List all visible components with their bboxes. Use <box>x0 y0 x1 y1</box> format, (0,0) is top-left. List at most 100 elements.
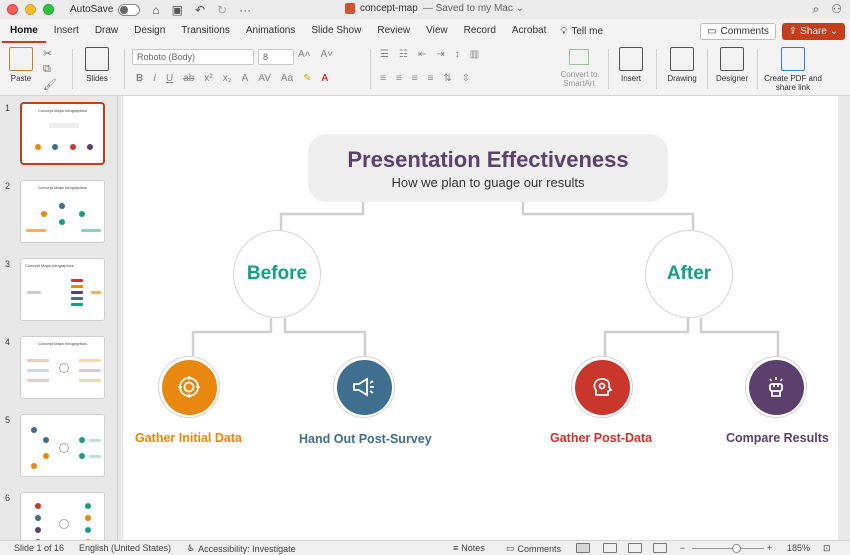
zoom-window-button[interactable] <box>43 4 54 15</box>
tab-design[interactable]: Design <box>126 19 173 43</box>
share-button[interactable]: ⇪ Share ⌄ <box>782 23 845 40</box>
text-shadow-icon[interactable]: A <box>242 73 249 84</box>
grow-font-icon[interactable]: A˄ <box>298 49 311 60</box>
superscript-icon[interactable]: x² <box>204 73 212 84</box>
highlight-icon[interactable]: ✎ <box>303 73 311 84</box>
columns-icon[interactable]: ▥ <box>470 49 479 60</box>
slide-thumbnail-3[interactable]: Concept Maps Infographics <box>20 258 105 321</box>
zoom-slider[interactable] <box>692 548 764 549</box>
align-center-icon[interactable]: ≡ <box>396 73 402 84</box>
zoom-out-icon[interactable]: − <box>680 543 685 553</box>
font-color-icon[interactable]: A <box>322 73 329 84</box>
increase-indent-icon[interactable]: ⇥ <box>436 49 444 60</box>
slide-thumbnail-6[interactable] <box>20 492 105 540</box>
compare-results-node[interactable] <box>745 356 807 418</box>
tab-transitions[interactable]: Transitions <box>173 19 238 43</box>
leaf-label-gather-initial-data[interactable]: Gather Initial Data <box>135 431 242 445</box>
autosave-toggle[interactable] <box>118 3 141 16</box>
leaf-label-gather-post-data[interactable]: Gather Post-Data <box>550 431 652 445</box>
tab-view[interactable]: View <box>418 19 456 43</box>
zoom-level[interactable]: 185% <box>787 543 810 553</box>
vertical-scrollbar[interactable] <box>840 96 850 540</box>
slide-thumbnails-panel[interactable]: 1 Concept Maps Infographics 2 Concept Ma… <box>0 96 118 540</box>
tab-acrobat[interactable]: Acrobat <box>504 19 554 43</box>
slide-thumbnail-1[interactable]: Concept Maps Infographics <box>20 102 105 165</box>
align-left-icon[interactable]: ≡ <box>380 73 386 84</box>
before-node[interactable]: Before <box>233 230 321 318</box>
bullets-icon[interactable]: ☰ <box>380 49 389 60</box>
format-painter-icon[interactable]: 🖌︎ <box>43 78 57 91</box>
convert-smartart-button[interactable]: Convert to SmartArt <box>556 43 602 88</box>
slides-button[interactable]: Slides <box>80 43 114 83</box>
zoom-slider-handle[interactable] <box>732 544 741 553</box>
underline-icon[interactable]: U <box>166 73 173 84</box>
save-icon[interactable]: ▣ <box>172 3 183 17</box>
slide-thumbnail-4[interactable]: Concept Maps Infographics <box>20 336 105 399</box>
font-name-select[interactable]: Roboto (Body) <box>132 49 254 65</box>
justify-icon[interactable]: ≡ <box>428 73 434 84</box>
search-icon[interactable]: ⌕ <box>813 2 820 17</box>
minimize-window-button[interactable] <box>25 4 36 15</box>
tell-me[interactable]: 💡︎ Tell me <box>554 26 609 37</box>
language-status[interactable]: English (United States) <box>79 543 171 553</box>
comments-button[interactable]: ▭ Comments <box>700 23 776 40</box>
italic-icon[interactable]: I <box>153 73 156 84</box>
tab-review[interactable]: Review <box>369 19 418 43</box>
bold-icon[interactable]: B <box>136 73 143 84</box>
slideshow-view-icon[interactable] <box>653 543 667 553</box>
profile-icon[interactable]: ⚇ <box>831 2 842 17</box>
create-pdf-button[interactable]: Create PDF and share link <box>762 43 824 92</box>
leaf-label-hand-out-post-survey[interactable]: Hand Out Post-Survey <box>299 432 432 446</box>
accessibility-status[interactable]: ♿︎ Accessibility: Investigate <box>187 543 296 554</box>
home-icon[interactable]: ⌂ <box>152 3 159 17</box>
tab-slide-show[interactable]: Slide Show <box>303 19 369 43</box>
strikethrough-icon[interactable]: ab <box>183 73 194 84</box>
redo-icon[interactable]: ↻ <box>217 3 227 17</box>
paste-button[interactable]: Paste <box>6 43 36 83</box>
close-window-button[interactable] <box>7 4 18 15</box>
leaf-label-compare-results[interactable]: Compare Results <box>726 431 829 445</box>
copy-icon[interactable]: ⧉ <box>43 63 51 76</box>
slide-sorter-icon[interactable] <box>603 543 617 553</box>
notes-button[interactable]: ≡ Notes <box>453 543 485 553</box>
tab-animations[interactable]: Animations <box>238 19 303 43</box>
insert-button[interactable]: Insert <box>615 43 647 83</box>
gather-initial-data-node[interactable] <box>158 356 220 418</box>
shrink-font-icon[interactable]: A˅ <box>321 49 334 60</box>
designer-button[interactable]: Designer <box>712 43 752 83</box>
undo-icon[interactable]: ↶ <box>195 3 205 17</box>
tab-draw[interactable]: Draw <box>87 19 126 43</box>
line-spacing-icon[interactable]: ↕ <box>455 49 460 60</box>
slide-title[interactable]: Presentation Effectiveness <box>308 147 668 173</box>
gather-post-data-node[interactable] <box>571 356 633 418</box>
more-icon[interactable]: ··· <box>239 3 251 17</box>
font-size-select[interactable]: 8 <box>258 49 294 65</box>
slide-thumbnail-5[interactable] <box>20 414 105 477</box>
tab-home[interactable]: Home <box>2 19 46 43</box>
change-case-icon[interactable]: Aa <box>281 73 293 84</box>
slide-subtitle[interactable]: How we plan to guage our results <box>308 175 668 190</box>
cut-icon[interactable]: ✂ <box>43 47 52 60</box>
hand-out-post-survey-node[interactable] <box>333 356 395 418</box>
decrease-indent-icon[interactable]: ⇤ <box>418 49 426 60</box>
reading-view-icon[interactable] <box>628 543 642 553</box>
tab-insert[interactable]: Insert <box>46 19 87 43</box>
zoom-in-icon[interactable]: + <box>767 543 772 553</box>
drawing-button[interactable]: Drawing <box>662 43 702 83</box>
title-box[interactable]: Presentation Effectiveness How we plan t… <box>308 134 668 202</box>
numbering-icon[interactable]: ☷ <box>399 49 408 60</box>
document-title[interactable]: concept-map — Saved to my Mac ⌄ <box>345 3 524 14</box>
subscript-icon[interactable]: x₂ <box>223 73 232 84</box>
text-direction-icon[interactable]: ⇅ <box>443 73 451 84</box>
align-text-icon[interactable]: ⇳ <box>462 73 470 84</box>
char-spacing-icon[interactable]: AV <box>258 73 271 84</box>
normal-view-icon[interactable] <box>576 543 590 553</box>
slide-canvas[interactable]: Presentation Effectiveness How we plan t… <box>123 96 838 540</box>
after-node[interactable]: After <box>645 230 733 318</box>
status-comments-button[interactable]: ▭ Comments <box>506 543 561 554</box>
slide-editor[interactable]: Presentation Effectiveness How we plan t… <box>118 96 850 540</box>
fit-slide-icon[interactable]: ⊡ <box>823 543 831 554</box>
slide-thumbnail-2[interactable]: Concept Maps Infographics <box>20 180 105 243</box>
tab-record[interactable]: Record <box>456 19 504 43</box>
align-right-icon[interactable]: ≡ <box>412 73 418 84</box>
